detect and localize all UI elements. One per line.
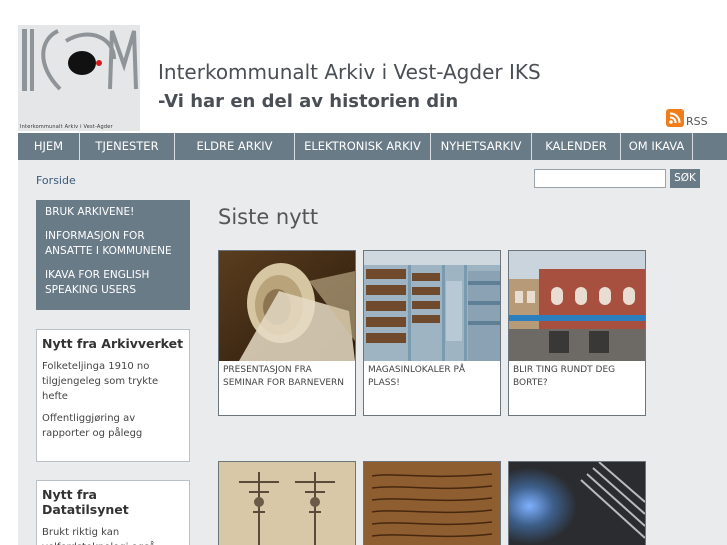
main-navigation: HJEM TJENESTER ELDRE ARKIV ELEKTRONISK A… bbox=[18, 133, 727, 160]
box-datatilsynet: Nytt fra Datatilsynet Brukt riktig kan v… bbox=[36, 480, 190, 545]
news-tile[interactable]: PRESENTASJON FRA SEMINAR FOR BARNEVERN bbox=[218, 250, 356, 416]
technical-drawing-image bbox=[219, 462, 355, 545]
side-menu-item-bruk-arkivene[interactable]: BRUK ARKIVENE! bbox=[45, 205, 185, 220]
news-tile-caption[interactable]: MAGASINLOKALER PÅ PLASS! bbox=[364, 361, 500, 393]
news-tile[interactable] bbox=[508, 461, 646, 545]
side-menu-item-informasjon[interactable]: INFORMASJON FOR ANSATTE I KOMMUNENE bbox=[45, 229, 185, 259]
nav-item-tjenester[interactable]: TJENESTER bbox=[80, 133, 175, 160]
rss-label[interactable]: RSS bbox=[686, 116, 708, 127]
ikava-logo[interactable]: Interkommunalt Arkiv i Vest-Agder bbox=[18, 25, 140, 131]
news-tile[interactable]: BLIR TING RUNDT DEG BORTE? bbox=[508, 250, 646, 416]
breadcrumb[interactable]: Forside bbox=[36, 174, 76, 187]
site-slogan: -Vi har en del av historien din bbox=[158, 91, 459, 112]
old-manuscript-image bbox=[364, 462, 500, 545]
news-tile[interactable] bbox=[363, 461, 501, 545]
rss-link[interactable]: RSS bbox=[666, 109, 708, 127]
box-arkivverket-title: Nytt fra Arkivverket bbox=[42, 336, 184, 351]
search-button[interactable]: SØK bbox=[670, 169, 700, 188]
nav-item-om-ikava[interactable]: OM IKAVA bbox=[621, 133, 693, 160]
nav-item-eldre-arkiv[interactable]: ELDRE ARKIV bbox=[175, 133, 295, 160]
scroll-document-image bbox=[219, 251, 355, 361]
box-arkivverket-link[interactable]: Offentliggjøring av rapporter og pålegg bbox=[42, 411, 184, 441]
logo-mark bbox=[18, 25, 140, 131]
news-tile-caption[interactable]: BLIR TING RUNDT DEG BORTE? bbox=[509, 361, 645, 393]
box-datatilsynet-link[interactable]: Brukt riktig kan velferdsteknologi også bbox=[42, 525, 184, 545]
building-facade-image bbox=[509, 251, 645, 361]
blurred-light-image bbox=[509, 462, 645, 545]
box-arkivverket: Nytt fra Arkivverket Folketeljinga 1910 … bbox=[36, 329, 190, 462]
news-tile[interactable] bbox=[218, 461, 356, 545]
rss-icon[interactable] bbox=[666, 109, 684, 127]
logo-caption: Interkommunalt Arkiv i Vest-Agder bbox=[20, 124, 113, 130]
side-menu: BRUK ARKIVENE! INFORMASJON FOR ANSATTE I… bbox=[36, 200, 190, 310]
section-title: Siste nytt bbox=[218, 205, 319, 229]
site-title[interactable]: Interkommunalt Arkiv i Vest-Agder IKS bbox=[158, 60, 541, 84]
news-tile[interactable]: MAGASINLOKALER PÅ PLASS! bbox=[363, 250, 501, 416]
search-input[interactable] bbox=[534, 169, 666, 188]
nav-item-hjem[interactable]: HJEM bbox=[18, 133, 80, 160]
site-header: Interkommunalt Arkiv i Vest-Agder Interk… bbox=[0, 0, 727, 132]
nav-item-kalender[interactable]: KALENDER bbox=[532, 133, 621, 160]
nav-item-nyhetsarkiv[interactable]: NYHETSARKIV bbox=[431, 133, 532, 160]
side-menu-item-english[interactable]: IKAVA FOR ENGLISH SPEAKING USERS bbox=[45, 268, 185, 298]
box-arkivverket-link[interactable]: Folketeljinga 1910 no tilgjengeleg som t… bbox=[42, 359, 184, 404]
news-tile-caption[interactable]: PRESENTASJON FRA SEMINAR FOR BARNEVERN bbox=[219, 361, 355, 393]
archive-shelves-image bbox=[364, 251, 500, 361]
box-datatilsynet-title: Nytt fra Datatilsynet bbox=[42, 487, 129, 517]
nav-item-elektronisk-arkiv[interactable]: ELEKTRONISK ARKIV bbox=[295, 133, 431, 160]
content-area: Forside SØK BRUK ARKIVENE! INFORMASJON F… bbox=[18, 160, 727, 545]
